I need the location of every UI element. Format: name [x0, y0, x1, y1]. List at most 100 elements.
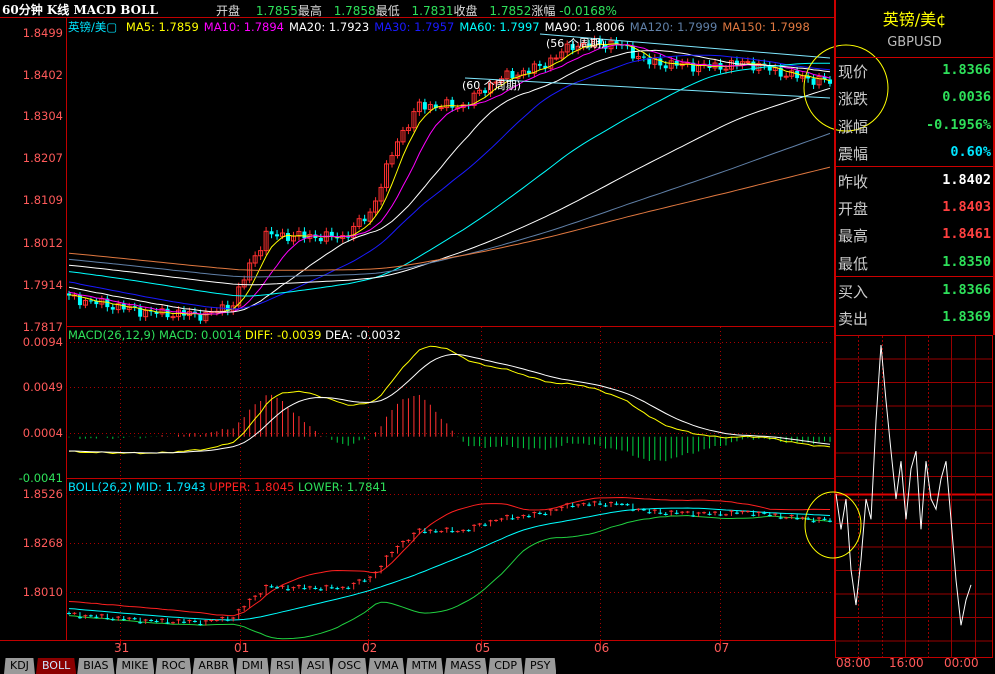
ma-line-20 [68, 49, 831, 313]
quote-row-label: 最低 [838, 255, 869, 273]
quote-row: 涨幅 -0.1956% [838, 113, 991, 139]
ma-legend-item: MA60: 1.7997 [459, 20, 540, 34]
quote-row-value: 1.8403 [942, 199, 991, 215]
tab-arbr[interactable]: ARBR [192, 658, 235, 674]
ma-line-10 [68, 44, 831, 315]
quote-row: 开盘 1.8403 [838, 195, 991, 221]
ma-legend-item: MA10: 1.7894 [203, 20, 284, 34]
ma-legend-item: MA150: 1.7998 [722, 20, 810, 34]
candle-up [745, 61, 751, 64]
candle-down [269, 231, 274, 235]
date-label: 02 [362, 641, 378, 655]
candle-down [734, 60, 739, 66]
quote-row-value: 1.8350 [942, 254, 991, 270]
candle-down [362, 218, 367, 222]
intraday-time-label: 00:00 [944, 656, 979, 670]
quote-row-label: 昨收 [838, 173, 869, 191]
tab-kdj[interactable]: KDJ [4, 658, 35, 674]
candle-down [641, 56, 646, 58]
tab-dmi[interactable]: DMI [235, 658, 269, 674]
quote-row-label: 涨跌 [838, 90, 869, 108]
macd-legend: MACD(26,12,9) MACD: 0.0014 DIFF: -0.0039… [68, 328, 401, 342]
quote-row: 卖出 1.8369 [838, 305, 991, 331]
tab-osc[interactable]: OSC [331, 658, 367, 674]
price-axis-label: 1.8012 [22, 236, 63, 250]
ma-legend-item: MA20: 1.7923 [288, 20, 370, 34]
price-axis-label: 1.8207 [22, 151, 63, 165]
symbol-label: 英镑/美▢ [68, 20, 118, 34]
date-label: 07 [714, 641, 730, 655]
date-label: 06 [594, 641, 610, 655]
quote-row-value: 1.8402 [942, 172, 991, 188]
price-axis-label: 1.8109 [22, 193, 63, 207]
macd-title: MACD(26,12,9) [68, 328, 156, 342]
tab-vma[interactable]: VMA [367, 658, 405, 674]
boll-mid: MID: 1.7943 [135, 480, 206, 494]
ma-legend-item: MA90: 1.8006 [544, 20, 625, 34]
boll-axis-label: 1.8010 [22, 585, 63, 599]
quote-row-label: 开盘 [838, 200, 869, 218]
tab-mike[interactable]: MIKE [115, 658, 155, 674]
quote-row: 现价 1.8366 [838, 58, 991, 84]
quote-code: GBPUSD [887, 35, 942, 50]
candle-down [318, 238, 323, 242]
tab-cdp[interactable]: CDP [488, 658, 523, 674]
quote-row: 买入 1.8366 [838, 278, 991, 304]
tab-bias[interactable]: BIAS [77, 658, 115, 674]
quote-row-label: 卖出 [838, 310, 869, 328]
quote-row-label: 涨幅 [838, 118, 869, 136]
price-axis-label: 1.7914 [22, 278, 63, 292]
boll-lower: LOWER: 1.7841 [298, 480, 388, 494]
quote-row: 最高 1.8461 [838, 222, 991, 248]
quote-row: 昨收 1.8402 [838, 168, 991, 194]
indicator-tabs: KDJ BOLL BIAS MIKE ROC ARBR DMI RSI ASI OSC VMA MTM… [4, 658, 557, 674]
price-axis-label: 1.7817 [22, 320, 63, 334]
quote-row-value: 1.8369 [942, 309, 991, 325]
tab-boll[interactable]: BOLL [35, 658, 77, 674]
boll-upper-line [68, 496, 830, 617]
quote-row-value: 0.0036 [942, 89, 991, 105]
tab-rsi[interactable]: RSI [270, 658, 300, 674]
candle-down [537, 63, 542, 66]
period-annotation-60: (60 个周期) [462, 79, 522, 92]
candle-down [285, 233, 290, 241]
candle-down [302, 231, 307, 239]
candle-down [88, 300, 93, 302]
tab-roc[interactable]: ROC [155, 658, 192, 674]
ma-line-5 [68, 43, 831, 316]
ma-line-150 [68, 166, 831, 271]
intraday-time-label: 16:00 [889, 656, 924, 670]
ma-legend-item: MA30: 1.7957 [374, 20, 455, 34]
candle-up [723, 68, 729, 71]
ma-legend-item: MA120: 1.7999 [629, 20, 718, 34]
candle-down [422, 102, 427, 110]
date-label: 01 [234, 641, 250, 655]
boll-mid-line [68, 507, 831, 621]
ma-line-90 [68, 87, 831, 286]
tab-psy[interactable]: PSY [524, 658, 557, 674]
candle-up [170, 316, 176, 319]
quote-row-value: 0.60% [950, 144, 991, 160]
date-label: 31 [114, 641, 130, 655]
candle-up [553, 57, 559, 60]
boll-upper: UPPER: 1.8045 [209, 480, 295, 494]
quote-row-value: -0.1956% [925, 117, 991, 133]
intraday-price-line [835, 344, 972, 626]
quote-name: 英镑/美¢ [882, 10, 947, 29]
highlight-ellipse [804, 491, 862, 559]
dea-value: DEA: -0.0032 [325, 328, 401, 342]
candle-up [438, 107, 444, 110]
tab-mtm[interactable]: MTM [405, 658, 444, 674]
quote-row-label: 最高 [838, 227, 869, 245]
intraday-frame [835, 335, 993, 658]
macd-value: MACD: 0.0014 [159, 328, 242, 342]
quote-row: 震幅 0.60% [838, 140, 991, 166]
candle-down [275, 234, 280, 237]
tab-mass[interactable]: MASS [444, 658, 488, 674]
ma-line-120 [68, 132, 831, 278]
ma-legend-item: MA5: 1.7859 [125, 20, 199, 34]
tab-asi[interactable]: ASI [300, 658, 331, 674]
candle-up [783, 75, 789, 78]
boll-lower-line [68, 514, 831, 640]
boll-title: BOLL(26,2) [68, 480, 133, 494]
